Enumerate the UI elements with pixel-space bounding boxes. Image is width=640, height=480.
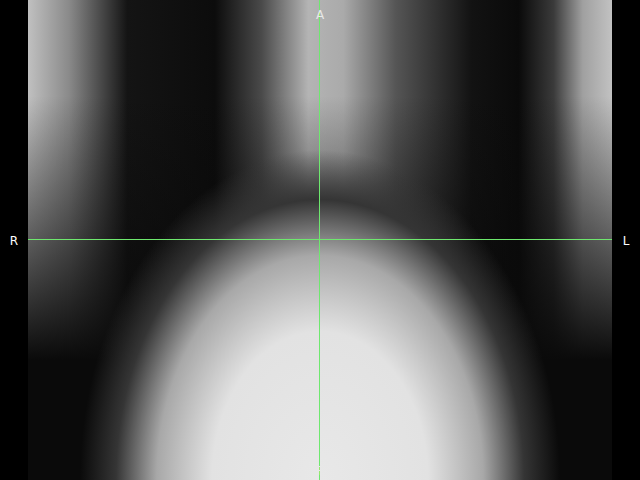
crosshair-vertical[interactable] [319,0,320,480]
orientation-bottom-label: P [314,462,326,478]
orientation-left-label: R [10,232,18,248]
mri-slice-image[interactable]: AP [28,0,612,480]
orientation-top-label: A [314,6,326,22]
crosshair-horizontal[interactable] [28,239,612,240]
slice-viewer[interactable]: RAPL [0,0,640,480]
orientation-right-label: L [623,232,630,248]
left-margin: R [0,0,28,480]
right-margin: L [612,0,640,480]
